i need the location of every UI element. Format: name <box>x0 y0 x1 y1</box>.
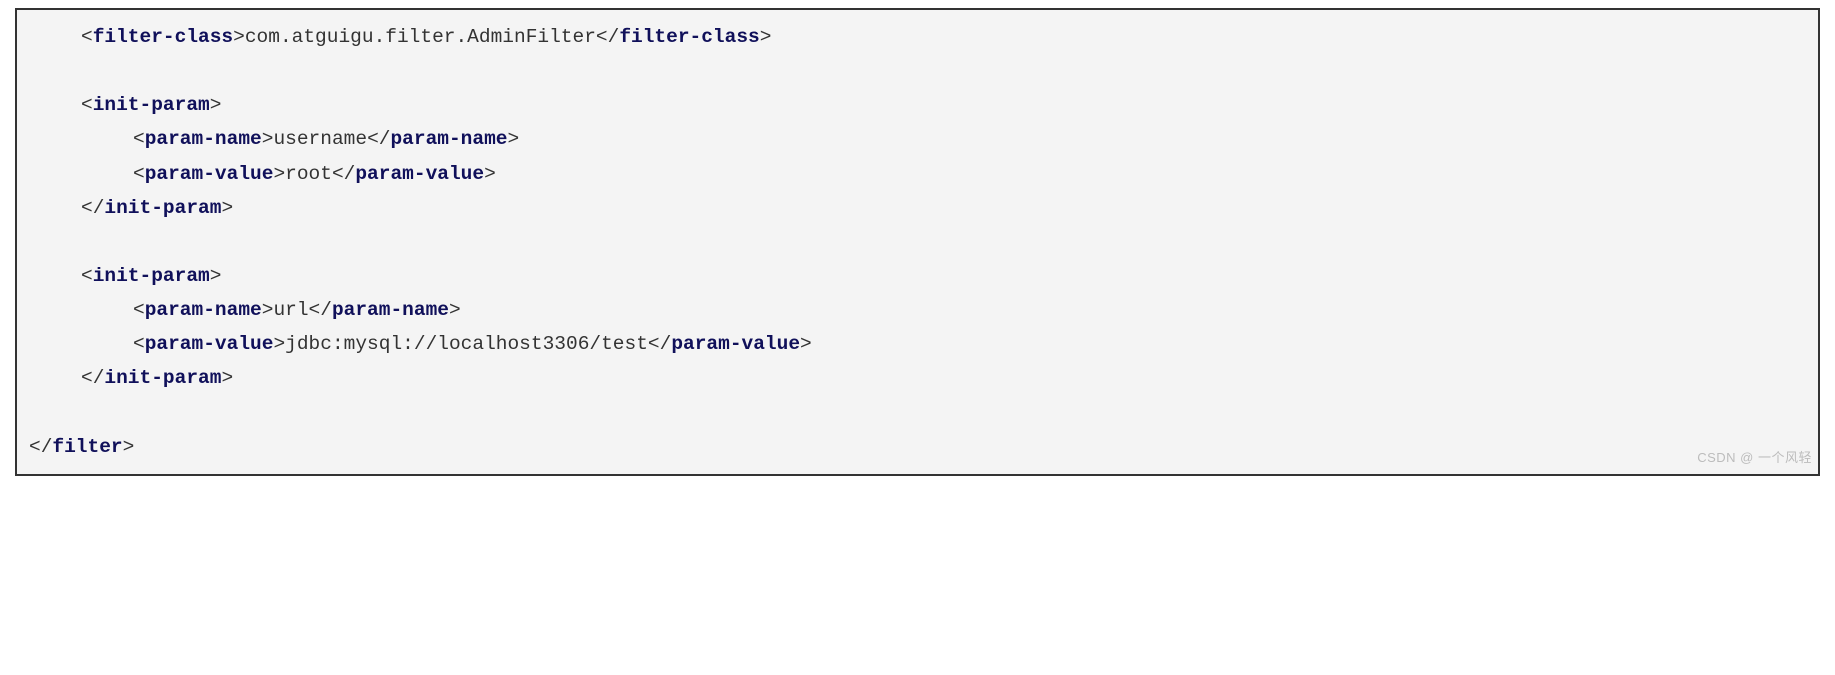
xml-tag: param-name <box>145 128 262 150</box>
xml-tag: param-name <box>145 299 262 321</box>
bracket: < <box>133 333 145 355</box>
xml-tag: param-name <box>390 128 507 150</box>
xml-tag: init-param <box>104 367 221 389</box>
xml-tag: param-value <box>355 163 484 185</box>
xml-text: root <box>285 163 332 185</box>
bracket: > <box>262 128 274 150</box>
bracket: > <box>273 333 285 355</box>
xml-text: jdbc:mysql://localhost3306/test <box>285 333 648 355</box>
xml-tag: param-value <box>671 333 800 355</box>
bracket: > <box>760 26 772 48</box>
bracket: </ <box>309 299 332 321</box>
bracket: > <box>210 94 222 116</box>
bracket: < <box>81 94 93 116</box>
bracket: < <box>81 265 93 287</box>
xml-tag: init-param <box>93 94 210 116</box>
xml-text: com.atguigu.filter.AdminFilter <box>245 26 596 48</box>
bracket: </ <box>596 26 619 48</box>
xml-tag: filter <box>52 436 122 458</box>
code-line: </init-param> <box>29 361 1806 395</box>
bracket: < <box>133 163 145 185</box>
xml-text: username <box>273 128 367 150</box>
xml-tag: param-value <box>145 333 274 355</box>
code-line: <param-name>username</param-name> <box>29 122 1806 156</box>
bracket: > <box>800 333 812 355</box>
bracket: > <box>233 26 245 48</box>
blank-line <box>29 225 1806 259</box>
xml-tag: init-param <box>104 197 221 219</box>
bracket: > <box>123 436 135 458</box>
bracket: > <box>508 128 520 150</box>
xml-tag: param-name <box>332 299 449 321</box>
blank-line <box>29 395 1806 429</box>
bracket: > <box>449 299 461 321</box>
bracket: > <box>484 163 496 185</box>
code-line: <param-value>root</param-value> <box>29 157 1806 191</box>
bracket: </ <box>81 197 104 219</box>
bracket: </ <box>367 128 390 150</box>
code-line: <param-value>jdbc:mysql://localhost3306/… <box>29 327 1806 361</box>
bracket: </ <box>332 163 355 185</box>
bracket: </ <box>81 367 104 389</box>
bracket: > <box>210 265 222 287</box>
bracket: > <box>221 197 233 219</box>
blank-line <box>29 54 1806 88</box>
bracket: < <box>81 26 93 48</box>
code-line: <init-param> <box>29 259 1806 293</box>
bracket: > <box>273 163 285 185</box>
bracket: < <box>133 128 145 150</box>
bracket: > <box>221 367 233 389</box>
xml-text: url <box>273 299 308 321</box>
xml-tag: param-value <box>145 163 274 185</box>
code-line: <param-name>url</param-name> <box>29 293 1806 327</box>
code-block: <filter-class>com.atguigu.filter.AdminFi… <box>15 8 1820 476</box>
xml-tag: filter-class <box>93 26 233 48</box>
watermark-text: CSDN @ 一个风轻 <box>1697 447 1812 470</box>
bracket: </ <box>29 436 52 458</box>
code-line: <filter-class>com.atguigu.filter.AdminFi… <box>29 20 1806 54</box>
xml-tag: init-param <box>93 265 210 287</box>
code-line: </filter> <box>29 430 1806 464</box>
bracket: > <box>262 299 274 321</box>
bracket: < <box>133 299 145 321</box>
code-line: </init-param> <box>29 191 1806 225</box>
bracket: </ <box>648 333 671 355</box>
xml-tag: filter-class <box>619 26 759 48</box>
code-line: <init-param> <box>29 88 1806 122</box>
